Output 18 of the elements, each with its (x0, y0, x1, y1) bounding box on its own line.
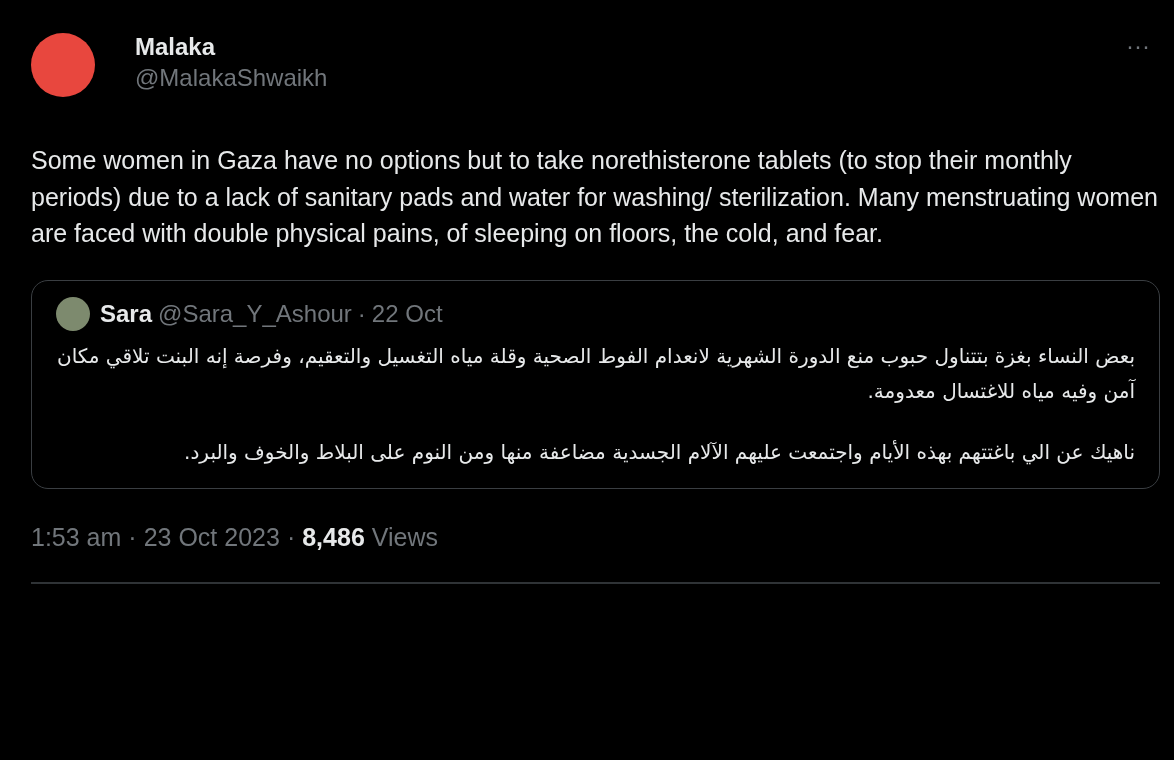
views-count: 8,486 (302, 522, 365, 552)
quoted-avatar[interactable] (56, 296, 90, 331)
separator-dot: · (128, 522, 137, 552)
post-date: 23 Oct 2023 (143, 522, 280, 552)
quoted-tweet-text: ناهيك عن الي باغتتهم بهذه الأيام واجتمعت عليهم الآلام الجسدية مضاعفة منها ومن النوم على البلاط والخوف والبرد. (183, 438, 1135, 467)
post-time: 1:53 am (31, 522, 122, 552)
quoted-date: 22 Oct (371, 298, 443, 329)
quoted-author-name: Sara (100, 298, 153, 329)
separator-dot: · (286, 522, 296, 552)
quoted-author-handle: @Sara_Y_Ashour (158, 298, 352, 329)
author-handle[interactable]: @MalakaShwaikh (135, 62, 1076, 94)
more-button[interactable]: ··· (1116, 32, 1160, 60)
author-name[interactable]: Malaka (135, 32, 1076, 62)
separator-dot: · (357, 298, 366, 329)
quoted-tweet-card[interactable] (31, 279, 1160, 489)
views-label: Views (371, 522, 439, 552)
quoted-tweet-text: بعض النساء بغزة بتتناول حبوب منع الدورة الشهرية لانعدام الفوط الصحية وقلة مياه التغسيل والتعقيم، وفرصة إنه البنت تلاقي مكان آمن وفيه مياه للاغتسال معدومة. (56, 342, 1135, 405)
tweet-text: Some women in Gaza have no options but to take norethisterone tablets (to stop their monthly periods) due to a lack of sanitary pads and water for washing/ sterilization. Many menstruating women are faced with double physical pains, of sleeping on floors, the cold, and fear. (31, 145, 1159, 249)
